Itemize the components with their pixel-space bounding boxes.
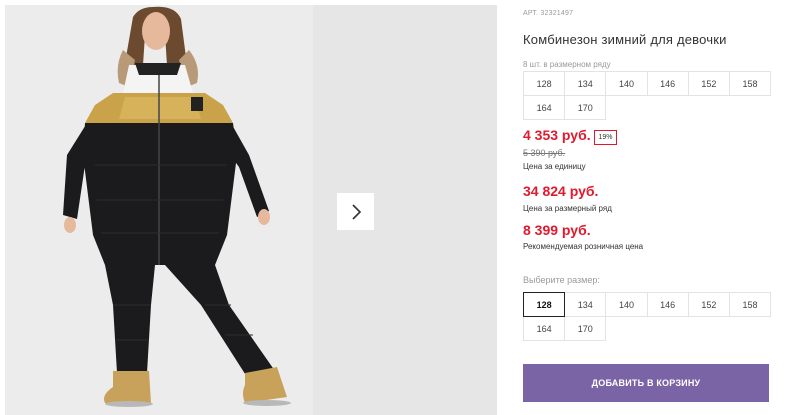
girl-jumpsuit-image	[5, 5, 313, 415]
size-selector: 128 134 140 146 152 158 164 170	[523, 292, 772, 341]
size-row-cell: 140	[605, 71, 648, 96]
size-row-cell: 152	[687, 71, 730, 96]
choose-size-label: Выберите размер:	[523, 275, 600, 285]
size-row-cell: 158	[728, 71, 772, 96]
size-option-158[interactable]: 158	[728, 292, 772, 317]
discount-badge: 19%	[594, 130, 617, 145]
row-price-caption: Цена за размерный ряд	[523, 204, 612, 213]
old-price: 5 390 руб.	[523, 148, 566, 158]
add-to-cart-button[interactable]: ДОБАВИТЬ В КОРЗИНУ	[523, 364, 769, 402]
unit-price: 4 353 руб.	[523, 127, 591, 143]
unit-price-caption: Цена за единицу	[523, 162, 586, 171]
size-row-cell: 134	[564, 71, 607, 96]
size-option-146[interactable]: 146	[646, 292, 689, 317]
size-row-cell: 146	[646, 71, 689, 96]
size-row-grid: 128 134 140 146 152 158 164 170	[523, 71, 772, 120]
product-info: АРТ. 32321497 Комбинезон зимний для дево…	[523, 0, 773, 415]
size-option-164[interactable]: 164	[523, 316, 566, 341]
size-option-140[interactable]: 140	[605, 292, 648, 317]
size-row-cell: 170	[564, 95, 607, 120]
rrp-price: 8 399 руб.	[523, 222, 591, 238]
size-option-170[interactable]: 170	[564, 316, 607, 341]
chevron-right-icon	[351, 203, 361, 220]
size-option-152[interactable]: 152	[687, 292, 730, 317]
row-price: 34 824 руб.	[523, 183, 599, 199]
size-row-count-label: 8 шт. в размерном ряду	[523, 60, 611, 69]
product-gallery	[0, 0, 497, 415]
size-row-cell: 128	[523, 71, 566, 96]
size-option-128[interactable]: 128	[523, 292, 566, 317]
size-option-134[interactable]: 134	[564, 292, 607, 317]
article-number: АРТ. 32321497	[523, 10, 574, 17]
gallery-next-button[interactable]	[337, 193, 374, 230]
product-photo[interactable]	[5, 5, 313, 415]
rrp-price-caption: Рекомендуемая розничная цена	[523, 242, 644, 251]
product-title: Комбинезон зимний для девочки	[523, 32, 727, 47]
size-row-cell: 164	[523, 95, 566, 120]
